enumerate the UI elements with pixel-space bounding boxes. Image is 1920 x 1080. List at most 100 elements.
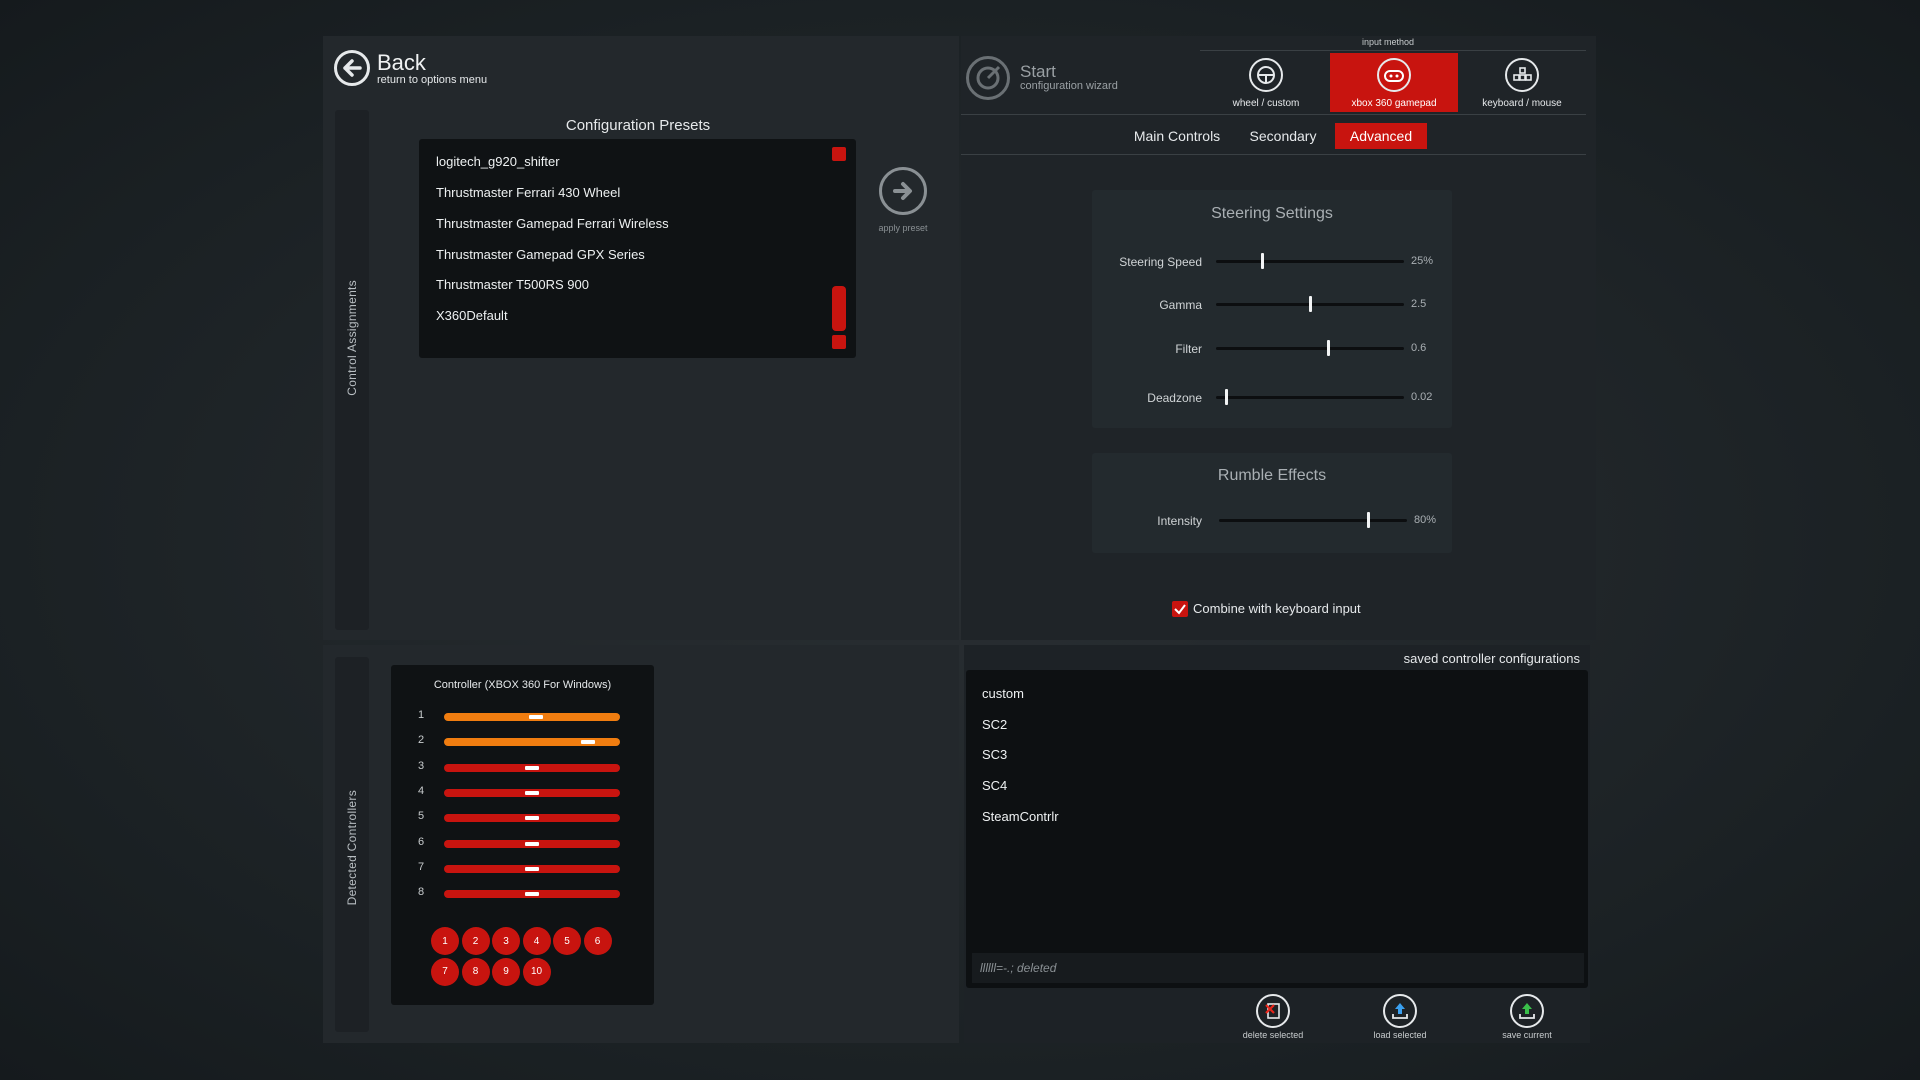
axis-position-marker	[525, 866, 539, 871]
tab-advanced[interactable]: Advanced	[1335, 123, 1427, 149]
slider-thumb[interactable]	[1327, 340, 1330, 356]
filter-slider[interactable]	[1216, 340, 1404, 356]
axis-position-marker	[525, 765, 539, 770]
gamepad-icon	[1377, 58, 1411, 92]
rumble-effects-box: Rumble Effects Intensity 80%	[1092, 453, 1452, 553]
controller-button-indicator: 5	[553, 927, 581, 955]
list-item[interactable]: SC3	[982, 747, 1007, 762]
tab-label: Advanced	[1349, 128, 1413, 144]
axis-bar	[444, 864, 620, 873]
list-item[interactable]: SteamContrlr	[982, 809, 1059, 824]
start-wizard-button[interactable]: Start configuration wizard	[966, 56, 1156, 100]
slider-thumb[interactable]	[1367, 512, 1370, 528]
tab-label: Main Controls	[1133, 128, 1221, 144]
list-item[interactable]: SC2	[982, 717, 1007, 732]
axis-position-marker	[529, 715, 543, 719]
input-option-label: wheel / custom	[1232, 98, 1300, 109]
slider-thumb[interactable]	[1225, 389, 1228, 405]
wizard-wheel-icon	[966, 56, 1010, 100]
controller-button-indicator: 6	[583, 927, 612, 955]
controller-button-indicator: 3	[492, 927, 520, 955]
axis-position-marker	[581, 740, 595, 745]
back-button[interactable]: Back return to options menu	[334, 50, 504, 90]
controller-button-indicator: 9	[492, 957, 520, 986]
list-item[interactable]: Thrustmaster T500RS 900	[436, 277, 589, 292]
sidebar-label: Control Assignments	[345, 280, 359, 396]
axis-number: 1	[418, 709, 425, 721]
tab-secondary[interactable]: Secondary	[1240, 123, 1326, 149]
axis-number: 5	[418, 810, 425, 823]
axis-bar	[444, 763, 620, 772]
list-item[interactable]: custom	[982, 686, 1024, 701]
input-keyboard-mouse[interactable]: keyboard / mouse	[1458, 54, 1586, 112]
rumble-effects-title: Rumble Effects	[1217, 467, 1327, 484]
slider-label: Deadzone	[1147, 391, 1202, 405]
axis-number: 6	[418, 835, 425, 848]
sidebar-control-assignments[interactable]: Control Assignments	[335, 110, 369, 630]
intensity-slider[interactable]	[1219, 512, 1407, 528]
list-item[interactable]: logitech_g920_shifter	[436, 154, 560, 169]
load-icon	[1383, 994, 1417, 1028]
scroll-up-button[interactable]	[832, 147, 846, 161]
saved-configs-title: saved controller configurations	[1403, 651, 1580, 666]
action-label: delete selected	[1242, 1030, 1304, 1040]
presets-list: logitech_g920_shifter Thrustmaster Ferra…	[419, 139, 856, 358]
slider-value: 2.5	[1411, 298, 1427, 310]
header-divider	[961, 114, 1586, 115]
save-icon	[1510, 994, 1544, 1028]
slider-thumb[interactable]	[1309, 296, 1312, 312]
load-selected-button[interactable]: load selected	[1359, 992, 1441, 1040]
scroll-down-button[interactable]	[832, 335, 846, 349]
config-name-input[interactable]: llllll=-.; deleted	[972, 953, 1584, 983]
slider-value: 0.02	[1411, 391, 1433, 403]
axis-number: 7	[418, 860, 425, 873]
input-option-label: keyboard / mouse	[1482, 98, 1562, 109]
config-name-value: llllll=-.; deleted	[980, 961, 1057, 975]
axis-bar	[444, 788, 620, 797]
list-item[interactable]: SC4	[982, 778, 1007, 793]
save-current-button[interactable]: save current	[1486, 992, 1568, 1040]
delete-icon	[1256, 994, 1290, 1028]
controller-button-indicator: 10	[522, 957, 551, 986]
axis-position-marker	[525, 841, 539, 846]
tab-main-controls[interactable]: Main Controls	[1122, 123, 1232, 149]
saved-configs-list: custom SC2 SC3 SC4 SteamContrlr	[966, 670, 1588, 988]
checkbox-box[interactable]	[1172, 601, 1188, 617]
gamma-slider[interactable]	[1216, 296, 1404, 312]
controller-button-indicator: 2	[461, 927, 490, 955]
list-item[interactable]: Thrustmaster Gamepad GPX Series	[436, 247, 645, 262]
input-option-label: xbox 360 gamepad	[1351, 98, 1437, 109]
axis-bar	[444, 713, 620, 721]
sidebar-label: Detected Controllers	[345, 790, 359, 906]
axis-bar	[444, 814, 620, 823]
checkmark-icon	[1174, 604, 1186, 615]
controller-title: Controller (XBOX 360 For Windows)	[433, 679, 612, 691]
slider-value: 0.6	[1411, 342, 1427, 354]
back-arrow-icon	[334, 50, 370, 86]
delete-selected-button[interactable]: delete selected	[1232, 992, 1314, 1040]
scrollbar-thumb[interactable]	[832, 286, 846, 331]
combine-keyboard-checkbox[interactable]: Combine with keyboard input	[1172, 600, 1402, 620]
slider-thumb[interactable]	[1261, 253, 1264, 269]
sidebar-detected-controllers[interactable]: Detected Controllers	[335, 657, 369, 1032]
steering-wheel-icon	[1249, 58, 1283, 92]
input-xbox-gamepad[interactable]: xbox 360 gamepad	[1330, 53, 1458, 112]
presets-title: Configuration Presets	[565, 117, 711, 134]
controller-button-indicator: 4	[522, 927, 551, 955]
list-item[interactable]: Thrustmaster Gamepad Ferrari Wireless	[436, 216, 669, 231]
apply-preset-button[interactable]: apply preset	[872, 165, 934, 237]
list-item[interactable]: X360Default	[436, 308, 508, 323]
steering-settings-title: Steering Settings	[1211, 205, 1333, 222]
start-sublabel: configuration wizard	[1020, 80, 1118, 92]
axis-number: 3	[418, 759, 425, 772]
apply-preset-label: apply preset	[878, 223, 928, 233]
list-item[interactable]: Thrustmaster Ferrari 430 Wheel	[436, 185, 620, 200]
steering-speed-slider[interactable]	[1216, 253, 1404, 269]
axis-position-marker	[525, 892, 539, 897]
steering-settings-box: Steering Settings Steering Speed 25% Gam…	[1092, 190, 1452, 428]
slider-value: 25%	[1411, 255, 1434, 267]
input-wheel-custom[interactable]: wheel / custom	[1202, 54, 1330, 112]
action-label: save current	[1502, 1030, 1552, 1040]
tab-label: Secondary	[1249, 128, 1317, 144]
deadzone-slider[interactable]	[1216, 389, 1404, 405]
